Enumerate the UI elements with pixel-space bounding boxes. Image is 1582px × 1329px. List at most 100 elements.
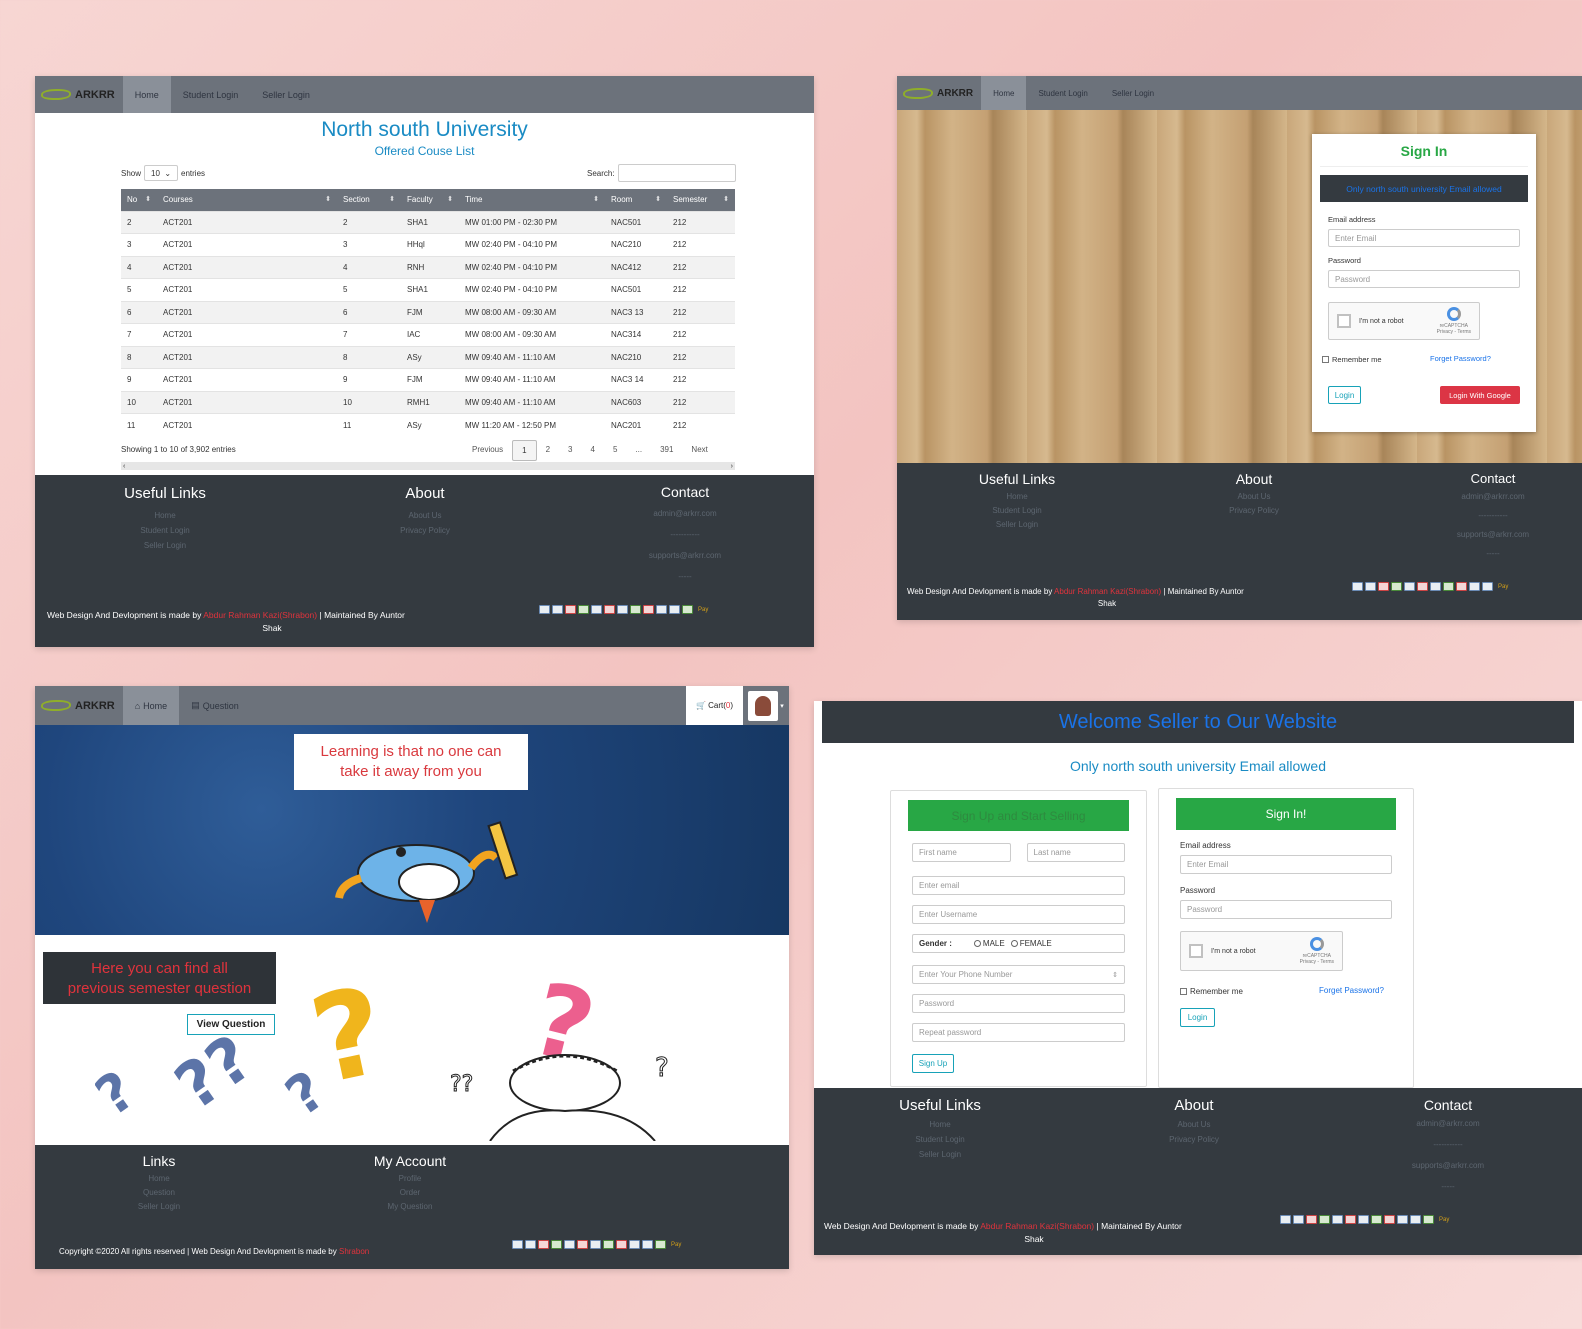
footer-link-home[interactable]: Home — [880, 1117, 1000, 1132]
column-header[interactable]: Courses ⬍ — [157, 189, 337, 211]
footer-link-about-us[interactable]: About Us — [1194, 490, 1314, 504]
sort-icon[interactable]: ⬍ — [723, 195, 729, 203]
footer-link-profile[interactable]: Profile — [350, 1172, 470, 1186]
repeat-password-input[interactable]: Repeat password — [912, 1023, 1125, 1042]
recaptcha-checkbox[interactable] — [1189, 944, 1203, 958]
column-header[interactable]: Section ⬍ — [337, 189, 401, 211]
credit-name[interactable]: Abdur Rahman Kazi(Shrabon) — [203, 610, 317, 620]
seller-email-input[interactable]: Enter Email — [1180, 855, 1392, 874]
column-header[interactable]: Faculty ⬍ — [401, 189, 459, 211]
nav-seller-login[interactable]: Seller Login — [250, 76, 322, 113]
sort-icon[interactable]: ⬍ — [655, 195, 661, 203]
nav-home[interactable]: ⌂ Home — [122, 686, 180, 725]
credit-name[interactable]: Abdur Rahman Kazi(Shrabon) — [1054, 587, 1161, 596]
page-button[interactable]: 1 — [512, 440, 537, 461]
footer-link-seller-login[interactable]: Seller Login — [880, 1147, 1000, 1162]
first-name-input[interactable]: First name — [912, 843, 1011, 862]
recaptcha-checkbox[interactable] — [1337, 314, 1351, 328]
page-button[interactable]: 4 — [581, 440, 603, 461]
stepper-icon[interactable]: ⇕ — [1112, 971, 1118, 979]
footer-link-student-login[interactable]: Student Login — [957, 504, 1077, 518]
login-google-button[interactable]: Login With Google — [1440, 386, 1520, 404]
footer-link-student-login[interactable]: Student Login — [880, 1132, 1000, 1147]
contact-email[interactable]: admin@arkrr.com — [1388, 1116, 1508, 1131]
brand-logo[interactable]: ARKRR — [35, 76, 123, 113]
search-input[interactable] — [617, 164, 736, 182]
support-email[interactable]: supports@arkrr.com — [1388, 1158, 1508, 1173]
page-button[interactable]: Next — [682, 440, 716, 461]
column-header[interactable]: Time ⬍ — [459, 189, 605, 211]
footer-link-my-question[interactable]: My Question — [350, 1200, 470, 1214]
brand-logo[interactable]: ARKRR — [897, 76, 981, 110]
nav-home[interactable]: Home — [122, 76, 171, 113]
remember-me[interactable]: Remember me — [1180, 987, 1243, 996]
sort-icon[interactable]: ⬍ — [447, 195, 453, 203]
cart-button[interactable]: 🛒 Cart(0) — [686, 686, 743, 725]
footer-link-seller-login[interactable]: Seller Login — [957, 518, 1077, 532]
page-button[interactable]: 3 — [559, 440, 581, 461]
contact-email[interactable]: admin@arkrr.com — [625, 506, 745, 521]
page-button[interactable]: 391 — [651, 440, 682, 461]
sort-icon[interactable]: ⬍ — [389, 195, 395, 203]
footer-link-seller-login[interactable]: Seller Login — [105, 538, 225, 553]
footer-link-about-us[interactable]: About Us — [1134, 1117, 1254, 1132]
footer-link-home[interactable]: Home — [957, 490, 1077, 504]
credit-name[interactable]: Abdur Rahman Kazi(Shrabon) — [980, 1221, 1094, 1231]
scroll-right-icon[interactable]: › — [731, 463, 733, 470]
login-button[interactable]: Login — [1328, 386, 1361, 404]
footer-link-about-us[interactable]: About Us — [365, 508, 485, 523]
footer-link-student-login[interactable]: Student Login — [105, 523, 225, 538]
footer-link-seller-login[interactable]: Seller Login — [99, 1200, 219, 1214]
password-input[interactable]: Password — [1328, 270, 1520, 288]
seller-password-input[interactable]: Password — [1180, 900, 1392, 919]
sort-icon[interactable]: ⬍ — [145, 195, 151, 203]
seller-login-button[interactable]: Login — [1180, 1008, 1215, 1027]
last-name-input[interactable]: Last name — [1026, 843, 1125, 862]
column-header[interactable]: No ⬍ — [121, 189, 157, 211]
nav-home[interactable]: Home — [981, 76, 1027, 110]
nav-student-login[interactable]: Student Login — [171, 76, 251, 113]
phone-input[interactable]: Enter Your Phone Number ⇕ — [912, 965, 1125, 984]
radio-male-icon[interactable] — [973, 940, 981, 947]
checkbox-icon[interactable] — [1322, 356, 1329, 363]
email-input[interactable]: Enter Email — [1328, 229, 1520, 247]
footer-link-privacy[interactable]: Privacy Policy — [1194, 504, 1314, 518]
footer-link-question[interactable]: Question — [99, 1186, 219, 1200]
support-email[interactable]: supports@arkrr.com — [1433, 527, 1553, 542]
nav-student-login[interactable]: Student Login — [1026, 76, 1099, 110]
recaptcha-widget[interactable]: I'm not a robot reCAPTCHA Privacy - Terms — [1328, 302, 1480, 340]
footer-link-privacy[interactable]: Privacy Policy — [365, 523, 485, 538]
brand-logo[interactable]: ARKRR — [35, 686, 123, 725]
nav-question[interactable]: ▤ Question — [179, 686, 251, 725]
remember-me[interactable]: Remember me — [1322, 355, 1382, 364]
footer-link-home[interactable]: Home — [105, 508, 225, 523]
checkbox-icon[interactable] — [1180, 988, 1187, 995]
horizontal-scrollbar[interactable]: ‹ › — [121, 462, 735, 470]
forget-password-link[interactable]: Forget Password? — [1430, 354, 1491, 363]
entries-select[interactable]: 10 ⌄ — [144, 165, 179, 181]
copyright-name[interactable]: Shrabon — [339, 1247, 369, 1256]
page-button[interactable]: Previous — [463, 440, 512, 461]
support-email[interactable]: supports@arkrr.com — [625, 548, 745, 563]
nav-seller-login[interactable]: Seller Login — [1100, 76, 1166, 110]
column-header[interactable]: Room ⬍ — [605, 189, 667, 211]
signup-password-input[interactable]: Password — [912, 994, 1125, 1013]
scroll-left-icon[interactable]: ‹ — [123, 463, 125, 470]
page-button[interactable]: ... — [626, 440, 651, 461]
column-header[interactable]: Semester ⬍ — [667, 189, 735, 211]
forget-password-link[interactable]: Forget Password? — [1319, 986, 1384, 995]
footer-link-privacy[interactable]: Privacy Policy — [1134, 1132, 1254, 1147]
contact-email[interactable]: admin@arkrr.com — [1433, 489, 1553, 504]
page-button[interactable]: 2 — [537, 440, 559, 461]
page-button[interactable]: 5 — [604, 440, 626, 461]
signup-button[interactable]: Sign Up — [912, 1054, 954, 1073]
sort-icon[interactable]: ⬍ — [325, 195, 331, 203]
user-avatar[interactable]: ▾ — [743, 686, 789, 725]
footer-link-order[interactable]: Order — [350, 1186, 470, 1200]
radio-female-icon[interactable] — [1010, 940, 1018, 947]
username-input[interactable]: Enter Username — [912, 905, 1125, 924]
recaptcha-widget[interactable]: I'm not a robot reCAPTCHA Privacy - Terms — [1180, 931, 1343, 971]
signup-email-input[interactable]: Enter email — [912, 876, 1125, 895]
footer-link-home[interactable]: Home — [99, 1172, 219, 1186]
sort-icon[interactable]: ⬍ — [593, 195, 599, 203]
